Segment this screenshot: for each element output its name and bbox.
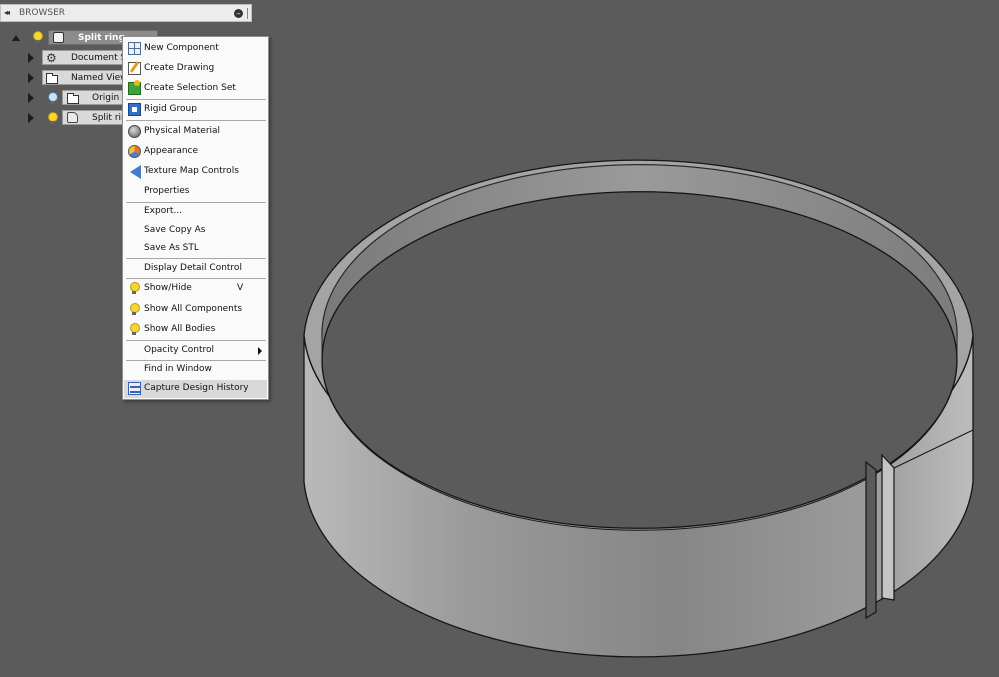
root-label: Split ring	[78, 33, 125, 43]
menu-opacity-control[interactable]: Opacity Control	[124, 342, 267, 360]
pin-icon[interactable]: –	[234, 9, 243, 18]
menu-label: Capture Design History	[144, 383, 249, 393]
folder-icon	[46, 73, 58, 84]
menu-label: Opacity Control	[144, 345, 215, 355]
texture-map-icon	[130, 165, 141, 179]
menu-create-selection-set[interactable]: Create Selection Set	[124, 80, 267, 98]
new-component-icon	[128, 42, 141, 55]
bulb-icon	[128, 323, 141, 336]
menu-rigid-group[interactable]: Rigid Group	[124, 101, 267, 119]
ring-opening	[321, 191, 958, 529]
menu-label: Appearance	[144, 146, 199, 156]
document-settings-node[interactable]: ⚙ Document Se	[42, 50, 124, 65]
menu-separator	[126, 99, 266, 100]
menu-capture-design-history[interactable]: Capture Design History	[124, 380, 267, 398]
expand-arrow-icon[interactable]	[28, 73, 34, 83]
menu-separator	[126, 120, 266, 121]
menu-label: Physical Material	[144, 126, 221, 136]
bulb-icon	[128, 282, 141, 295]
expand-arrow-icon[interactable]	[28, 53, 34, 63]
tree-item-label: Named View	[71, 73, 124, 83]
menu-separator	[126, 278, 266, 279]
component-icon	[53, 32, 64, 43]
panel-resize-handle[interactable]	[247, 8, 250, 19]
body-icon	[67, 112, 78, 123]
submenu-arrow-icon	[258, 347, 262, 355]
menu-label: Properties	[144, 186, 190, 196]
menu-label: Save As STL	[144, 243, 199, 253]
drawing-icon	[128, 62, 141, 75]
menu-label: Export...	[144, 206, 183, 216]
menu-save-as-stl[interactable]: Save As STL	[124, 240, 267, 258]
menu-properties[interactable]: Properties	[124, 183, 267, 201]
menu-show-hide[interactable]: Show/Hide V	[124, 280, 267, 298]
tree-row-document-settings[interactable]: ⚙ Document Se	[0, 50, 130, 66]
menu-label: Create Drawing	[144, 63, 215, 73]
bulb-icon	[128, 303, 141, 316]
ring-split-gap	[865, 460, 877, 620]
visibility-bulb-icon[interactable]	[32, 31, 43, 45]
tree-item-label: Document Se	[71, 53, 123, 63]
collapse-panel-icon[interactable]: ◂◂	[4, 8, 10, 17]
menu-label: New Component	[144, 43, 219, 53]
appearance-icon	[128, 145, 141, 158]
menu-label: Find in Window	[144, 364, 212, 374]
tree-row-bodies[interactable]: Split rin	[0, 110, 130, 126]
menu-new-component[interactable]: New Component	[124, 40, 267, 58]
menu-create-drawing[interactable]: Create Drawing	[124, 60, 267, 78]
material-icon	[128, 125, 141, 138]
menu-label: Show/Hide	[144, 283, 192, 293]
menu-label: Show All Bodies	[144, 324, 216, 334]
visibility-bulb-off-icon[interactable]	[47, 92, 58, 106]
tree-item-label: Split rin	[92, 113, 124, 123]
menu-appearance[interactable]: Appearance	[124, 143, 267, 161]
menu-show-all-bodies[interactable]: Show All Bodies	[124, 321, 267, 339]
gear-icon: ⚙	[46, 51, 57, 65]
expand-arrow-icon[interactable]	[28, 93, 34, 103]
menu-label: Create Selection Set	[144, 83, 236, 93]
rigid-group-icon	[128, 103, 141, 116]
browser-title: BROWSER	[19, 8, 66, 18]
visibility-bulb-icon[interactable]	[47, 112, 58, 126]
menu-label: Rigid Group	[144, 104, 197, 114]
menu-texture-map-controls[interactable]: Texture Map Controls	[124, 163, 267, 181]
history-icon	[128, 382, 141, 395]
tree-item-label: Origin	[92, 93, 120, 103]
context-menu: New Component Create Drawing Create Sele…	[122, 36, 269, 400]
menu-display-detail-control[interactable]: Display Detail Control	[124, 260, 267, 278]
menu-save-copy-as[interactable]: Save Copy As	[124, 222, 267, 240]
menu-label: Texture Map Controls	[144, 166, 239, 176]
browser-panel-header: ◂◂ BROWSER –	[0, 4, 252, 22]
menu-show-all-components[interactable]: Show All Components	[124, 301, 267, 319]
origin-node[interactable]: Origin	[62, 90, 124, 105]
selection-set-icon	[128, 80, 141, 95]
menu-label: Save Copy As	[144, 225, 206, 235]
menu-separator	[126, 258, 266, 259]
menu-label: Show All Components	[144, 304, 243, 314]
body-node[interactable]: Split rin	[62, 110, 124, 125]
tree-row-named-views[interactable]: Named View	[0, 70, 130, 86]
menu-find-in-window[interactable]: Find in Window	[124, 361, 267, 379]
tree-row-origin[interactable]: Origin	[0, 90, 130, 106]
expand-arrow-icon[interactable]	[28, 113, 34, 123]
menu-export[interactable]: Export...	[124, 203, 267, 221]
menu-physical-material[interactable]: Physical Material	[124, 123, 267, 141]
expand-root-icon[interactable]	[12, 35, 20, 41]
named-views-node[interactable]: Named View	[42, 70, 124, 85]
shortcut-label: V	[237, 283, 244, 293]
folder-icon	[67, 93, 79, 104]
menu-separator	[126, 340, 266, 341]
menu-label: Display Detail Control	[144, 263, 242, 273]
